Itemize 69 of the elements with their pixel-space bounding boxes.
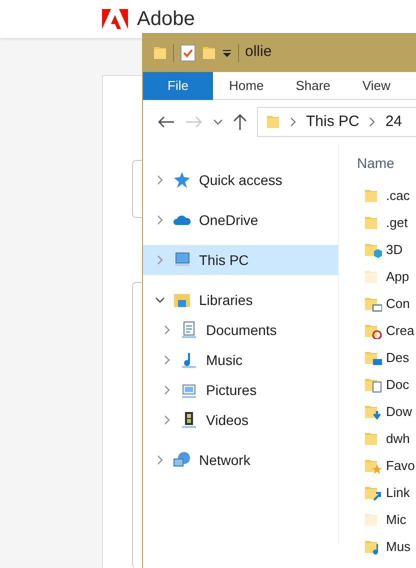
- expand-chevron-icon[interactable]: [155, 175, 165, 185]
- file-row[interactable]: .get: [357, 209, 415, 236]
- folder-star-icon: [364, 458, 382, 474]
- logo-icon: [102, 9, 128, 29]
- file-row[interactable]: Link: [357, 479, 415, 506]
- ribbon-tab[interactable]: Share: [280, 72, 346, 100]
- star-icon: [173, 171, 191, 189]
- nav-item[interactable]: Videos: [143, 405, 338, 435]
- address-bar[interactable]: This PC 24: [257, 107, 416, 137]
- folder-cube-icon: [364, 242, 382, 258]
- dropdown-icon[interactable]: [222, 48, 232, 58]
- up-icon[interactable]: [233, 113, 247, 131]
- expand-chevron-icon[interactable]: [155, 255, 165, 265]
- recent-icon[interactable]: [213, 118, 223, 126]
- forward-icon[interactable]: [185, 115, 203, 129]
- folder-screen-icon: [364, 350, 382, 366]
- folder-icon: [266, 114, 280, 130]
- chevron-icon: [369, 117, 376, 127]
- expand-chevron-icon[interactable]: [155, 215, 165, 225]
- folder-icon: [153, 44, 167, 60]
- file-menu-button[interactable]: File: [143, 72, 213, 100]
- file-row[interactable]: Mic: [357, 506, 415, 533]
- expand-chevron-icon[interactable]: [155, 455, 165, 465]
- nav-item[interactable]: Quick access: [143, 165, 338, 195]
- folder-rings-icon: [364, 322, 382, 338]
- file-row[interactable]: dwh: [357, 425, 415, 452]
- new-folder-icon[interactable]: [202, 44, 216, 60]
- ribbon-tab[interactable]: View: [346, 72, 406, 100]
- music-note-icon: [180, 351, 198, 369]
- folder-document-icon: [364, 376, 382, 392]
- computer-icon: [173, 251, 191, 269]
- window-title: ollie: [245, 42, 272, 62]
- library-icon: [173, 291, 191, 309]
- nav-item[interactable]: Pictures: [143, 375, 338, 405]
- folder-download-icon: [364, 404, 382, 420]
- file-row[interactable]: Crea: [357, 317, 415, 344]
- file-row[interactable]: Favo: [357, 452, 415, 479]
- document-icon: [180, 321, 198, 339]
- ribbon-tab[interactable]: Home: [213, 72, 280, 100]
- network-icon: [173, 451, 191, 469]
- chevron-icon: [290, 117, 296, 127]
- properties-icon[interactable]: [180, 44, 196, 62]
- file-row[interactable]: Dow: [357, 398, 415, 425]
- collapse-chevron-icon[interactable]: [155, 295, 165, 305]
- nav-item[interactable]: Network: [143, 445, 338, 475]
- expand-chevron-icon[interactable]: [162, 325, 172, 335]
- nav-item[interactable]: Libraries: [143, 285, 338, 315]
- nav-item[interactable]: OneDrive: [143, 205, 338, 235]
- brand-name: Adobe: [137, 7, 195, 32]
- expand-chevron-icon[interactable]: [162, 415, 172, 425]
- file-row[interactable]: Mus: [357, 533, 415, 560]
- file-row[interactable]: Des: [357, 344, 415, 371]
- column-header[interactable]: Name: [357, 155, 394, 171]
- nav-item[interactable]: Documents: [143, 315, 338, 345]
- breadcrumb: This PC: [306, 112, 360, 132]
- expand-chevron-icon[interactable]: [162, 385, 172, 395]
- file-row[interactable]: Doc: [357, 371, 415, 398]
- file-row[interactable]: App: [357, 263, 415, 290]
- nav-item[interactable]: Music: [143, 345, 338, 375]
- file-row[interactable]: 3D: [357, 236, 415, 263]
- folder-link-icon: [364, 484, 382, 500]
- file-row[interactable]: .cac: [357, 182, 415, 209]
- back-icon[interactable]: [157, 115, 175, 129]
- breadcrumb: 24: [385, 112, 402, 132]
- nav-item[interactable]: This PC: [143, 245, 338, 275]
- folder-contact-card-icon: [364, 296, 382, 312]
- expand-chevron-icon[interactable]: [162, 355, 172, 365]
- film-icon: [180, 411, 198, 429]
- file-row[interactable]: Con: [357, 290, 415, 317]
